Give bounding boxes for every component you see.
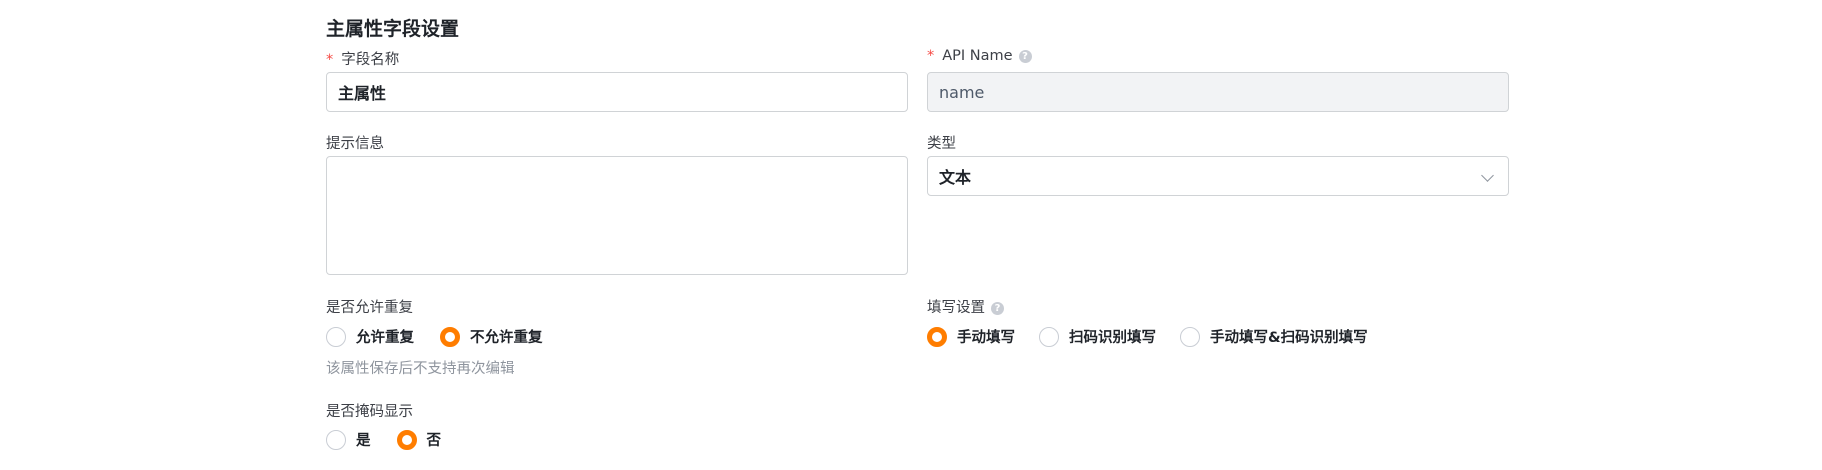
radio-scan-fill[interactable]: 扫码识别填写 [1039, 326, 1156, 347]
type-select[interactable]: 文本 [927, 156, 1509, 196]
radio-allow-duplicate[interactable]: 允许重复 [326, 326, 414, 347]
radio-label: 允许重复 [356, 330, 414, 346]
radio-circle-selected [927, 326, 947, 347]
hint-info-label: 提示信息 [326, 136, 384, 152]
radio-circle [1180, 326, 1200, 347]
fill-setting-label: 填写设置? [927, 296, 1004, 317]
radio-label: 扫码识别填写 [1069, 330, 1156, 346]
radio-label: 不允许重复 [470, 330, 543, 346]
radio-circle-selected [440, 326, 460, 347]
mask-display-label: 是否掩码显示 [326, 404, 413, 420]
fill-setting-radio-group: 手动填写 扫码识别填写 手动填写&扫码识别填写 [927, 326, 1394, 347]
mask-display-radio-group: 是 否 [326, 429, 467, 450]
type-label: 类型 [927, 136, 956, 152]
hint-info-textarea[interactable] [326, 156, 908, 275]
radio-manual-and-scan-fill[interactable]: 手动填写&扫码识别填写 [1180, 326, 1368, 347]
radio-circle-selected [396, 429, 417, 450]
api-name-label-text: API Name [942, 48, 1013, 64]
radio-label: 是 [356, 433, 371, 449]
radio-manual-fill[interactable]: 手动填写 [927, 326, 1015, 347]
api-name-input[interactable]: name [927, 72, 1509, 112]
radio-circle [326, 326, 346, 347]
field-name-label-text: 字段名称 [341, 52, 400, 68]
field-name-value: 主属性 [338, 84, 387, 103]
chevron-down-icon [1481, 169, 1494, 182]
allow-duplicate-note: 该属性保存后不支持再次编辑 [326, 361, 515, 377]
field-name-label: * 字段名称 [326, 48, 399, 69]
fill-setting-label-text: 填写设置 [927, 300, 985, 316]
radio-circle [326, 429, 346, 450]
allow-duplicate-label: 是否允许重复 [326, 300, 413, 316]
type-value: 文本 [939, 168, 972, 187]
help-icon[interactable]: ? [991, 301, 1004, 315]
required-mark: * [927, 48, 935, 64]
radio-label: 手动填写&扫码识别填写 [1210, 330, 1368, 346]
radio-disallow-duplicate[interactable]: 不允许重复 [440, 326, 543, 347]
section-title: 主属性字段设置 [326, 18, 460, 40]
api-name-value: name [939, 82, 985, 102]
radio-label: 手动填写 [957, 330, 1015, 346]
allow-duplicate-radio-group: 允许重复 不允许重复 [326, 326, 569, 347]
radio-label: 否 [426, 433, 442, 449]
api-name-label: * API Name? [927, 48, 1032, 64]
radio-mask-no[interactable]: 否 [396, 429, 442, 450]
radio-mask-yes[interactable]: 是 [326, 429, 371, 450]
field-name-input[interactable]: 主属性 [326, 72, 908, 112]
help-icon[interactable]: ? [1018, 49, 1032, 63]
required-mark: * [326, 52, 334, 68]
radio-circle [1039, 326, 1059, 347]
